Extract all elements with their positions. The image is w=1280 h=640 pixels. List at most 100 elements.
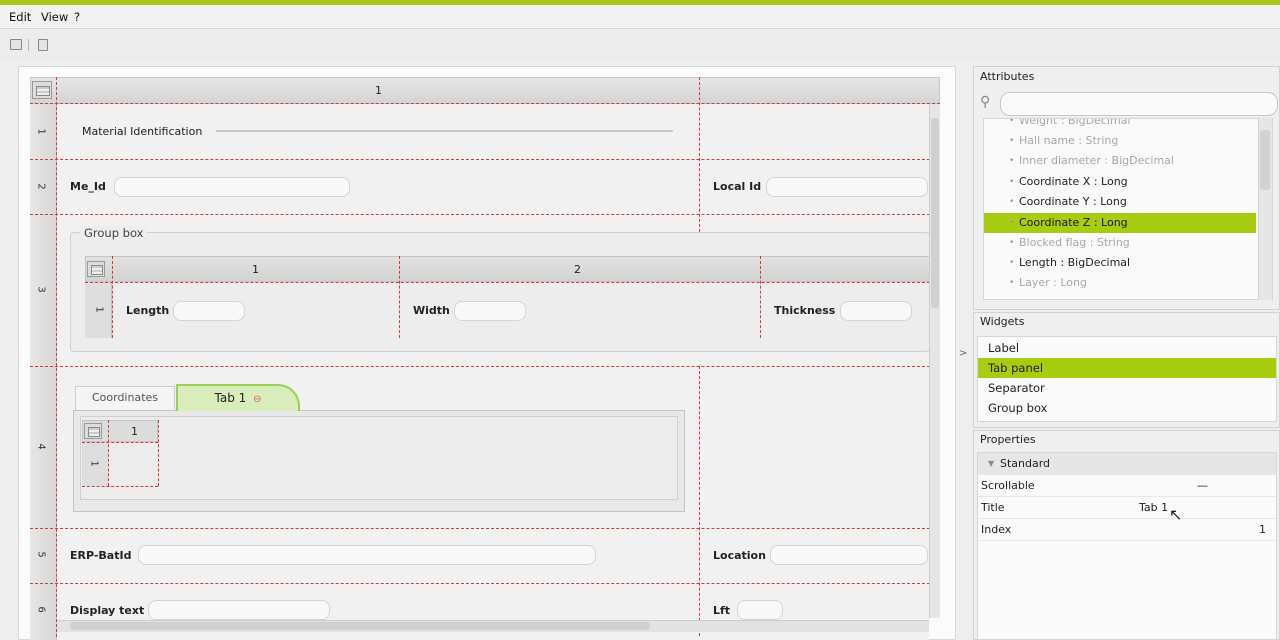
attribute-item[interactable]: Length : BigDecimal (984, 253, 1256, 273)
canvas-vertical-scroll-thumb[interactable] (931, 118, 939, 308)
property-section-label: Standard (1000, 457, 1051, 470)
save-icon[interactable] (38, 39, 48, 51)
row-guide (30, 366, 940, 367)
property-row-scrollable[interactable]: Scrollable — (978, 475, 1276, 497)
display-text-field[interactable] (148, 600, 330, 620)
expand-arrow-icon[interactable]: > (959, 348, 967, 359)
tab-1[interactable]: Tab 1 ⊖ (176, 384, 300, 411)
column-guide (56, 77, 57, 637)
row-guide (30, 159, 940, 160)
attribute-item-selected[interactable]: Coordinate Z : Long (984, 213, 1256, 233)
group-column-header-2[interactable]: 2 (574, 263, 581, 276)
tab-coordinates[interactable]: Coordinates (75, 386, 175, 410)
column-guide (699, 366, 700, 636)
collapse-icon[interactable]: ▼ (988, 453, 994, 475)
thickness-label[interactable]: Thickness (774, 304, 835, 317)
group-column-header-1[interactable]: 1 (252, 263, 259, 276)
erp-batid-field[interactable] (138, 545, 596, 565)
grid-corner-icon[interactable] (32, 81, 52, 99)
canvas-horizontal-scroll-thumb[interactable] (70, 622, 650, 630)
lft-label[interactable]: Lft (713, 604, 730, 617)
location-label[interactable]: Location (713, 549, 766, 562)
widget-list: Label Tab panel Separator Group box (977, 336, 1277, 422)
property-value[interactable]: — (1197, 475, 1208, 497)
row-header-1[interactable]: 1 (36, 125, 47, 139)
lft-field[interactable] (737, 600, 783, 620)
property-value[interactable]: Tab 1 (1139, 497, 1168, 519)
width-label[interactable]: Width (413, 304, 450, 317)
attribute-item[interactable]: Coordinate Y : Long (984, 192, 1256, 212)
property-value[interactable]: 1 (1259, 519, 1266, 541)
length-label[interactable]: Length (126, 304, 169, 317)
row-guide (30, 583, 940, 584)
attribute-item[interactable]: Hall name : String (984, 131, 1256, 151)
group-box-title[interactable]: Group box (80, 226, 148, 240)
menu-edit[interactable]: Edit (9, 10, 31, 24)
width-field[interactable] (454, 301, 526, 321)
attribute-item[interactable]: Layer : Long (984, 273, 1256, 293)
separator-line[interactable] (216, 130, 673, 132)
toolbar-divider (28, 39, 29, 51)
erp-batid-label[interactable]: ERP-BatId (70, 549, 131, 562)
column-header-1[interactable]: 1 (375, 84, 382, 97)
close-icon[interactable]: ⊖ (253, 394, 261, 405)
row-header-4[interactable]: 4 (36, 440, 47, 454)
tab-column-header-1[interactable]: 1 (131, 425, 138, 438)
row-guide (82, 486, 158, 487)
group-grid-corner-icon[interactable] (87, 261, 105, 277)
row-header-3[interactable]: 3 (36, 283, 47, 297)
attributes-title: Attributes (980, 70, 1035, 83)
menu-help[interactable]: ? (74, 10, 80, 24)
material-identification-label[interactable]: Material Identification (82, 125, 202, 138)
row-guide (30, 528, 940, 529)
group-row-header-1[interactable]: 1 (94, 303, 105, 317)
attribute-item[interactable]: Inner diameter : BigDecimal (984, 151, 1256, 171)
pin-icon[interactable]: ⚲ (980, 94, 990, 110)
column-guide (112, 256, 113, 338)
open-icon[interactable] (10, 39, 22, 50)
attribute-item[interactable]: Weight : BigDecimal (984, 119, 1256, 131)
row-header-6[interactable]: 6 (36, 603, 47, 617)
widgets-title: Widgets (980, 315, 1025, 328)
toolbar (0, 30, 1280, 60)
group-column-header-bar[interactable]: 1 2 (85, 256, 930, 282)
tab-grid-corner-icon[interactable] (84, 423, 102, 439)
row-header-5[interactable]: 5 (36, 548, 47, 562)
tab-row-header-1[interactable]: 1 (89, 457, 100, 471)
attribute-item[interactable]: Blocked flag : String (984, 233, 1256, 253)
panel-splitter[interactable]: > (957, 66, 969, 640)
length-field[interactable] (173, 301, 245, 321)
row-guide (85, 282, 930, 283)
thickness-field[interactable] (840, 301, 912, 321)
local-id-label[interactable]: Local Id (713, 180, 761, 193)
group-box[interactable] (70, 232, 930, 352)
column-guide (760, 256, 761, 338)
me-id-field[interactable] (114, 177, 350, 197)
row-header-2[interactable]: 2 (36, 180, 47, 194)
property-section-standard[interactable]: ▼ Standard (978, 453, 1276, 475)
row-guide (82, 442, 158, 443)
property-row-title[interactable]: Title Tab 1 (978, 497, 1276, 519)
widget-item-group-box[interactable]: Group box (978, 398, 1276, 418)
display-text-label[interactable]: Display text (70, 604, 144, 617)
menu-view[interactable]: View (41, 10, 68, 24)
attribute-item[interactable]: Coordinate X : Long (984, 172, 1256, 192)
widget-item-separator[interactable]: Separator (978, 378, 1276, 398)
attribute-list-scroll-thumb[interactable] (1260, 130, 1270, 190)
column-guide (108, 420, 109, 486)
mouse-cursor-icon: ↖ (1169, 505, 1183, 524)
tab-content (80, 416, 678, 500)
widget-item-label[interactable]: Label (978, 338, 1276, 358)
tab-bar: Coordinates Tab 1 ⊖ (73, 384, 685, 412)
local-id-field[interactable] (766, 177, 928, 197)
widget-item-tab-panel[interactable]: Tab panel (978, 358, 1276, 378)
row-guide (30, 103, 940, 104)
column-guide (699, 77, 700, 237)
me-id-label[interactable]: Me_Id (70, 180, 106, 193)
tab-1-label: Tab 1 (214, 391, 247, 405)
property-row-index[interactable]: Index 1 (978, 519, 1276, 541)
location-field[interactable] (770, 545, 928, 565)
properties-title: Properties (980, 433, 1036, 446)
column-header-bar[interactable]: 1 (30, 77, 940, 104)
attribute-search-input[interactable] (1000, 92, 1278, 116)
